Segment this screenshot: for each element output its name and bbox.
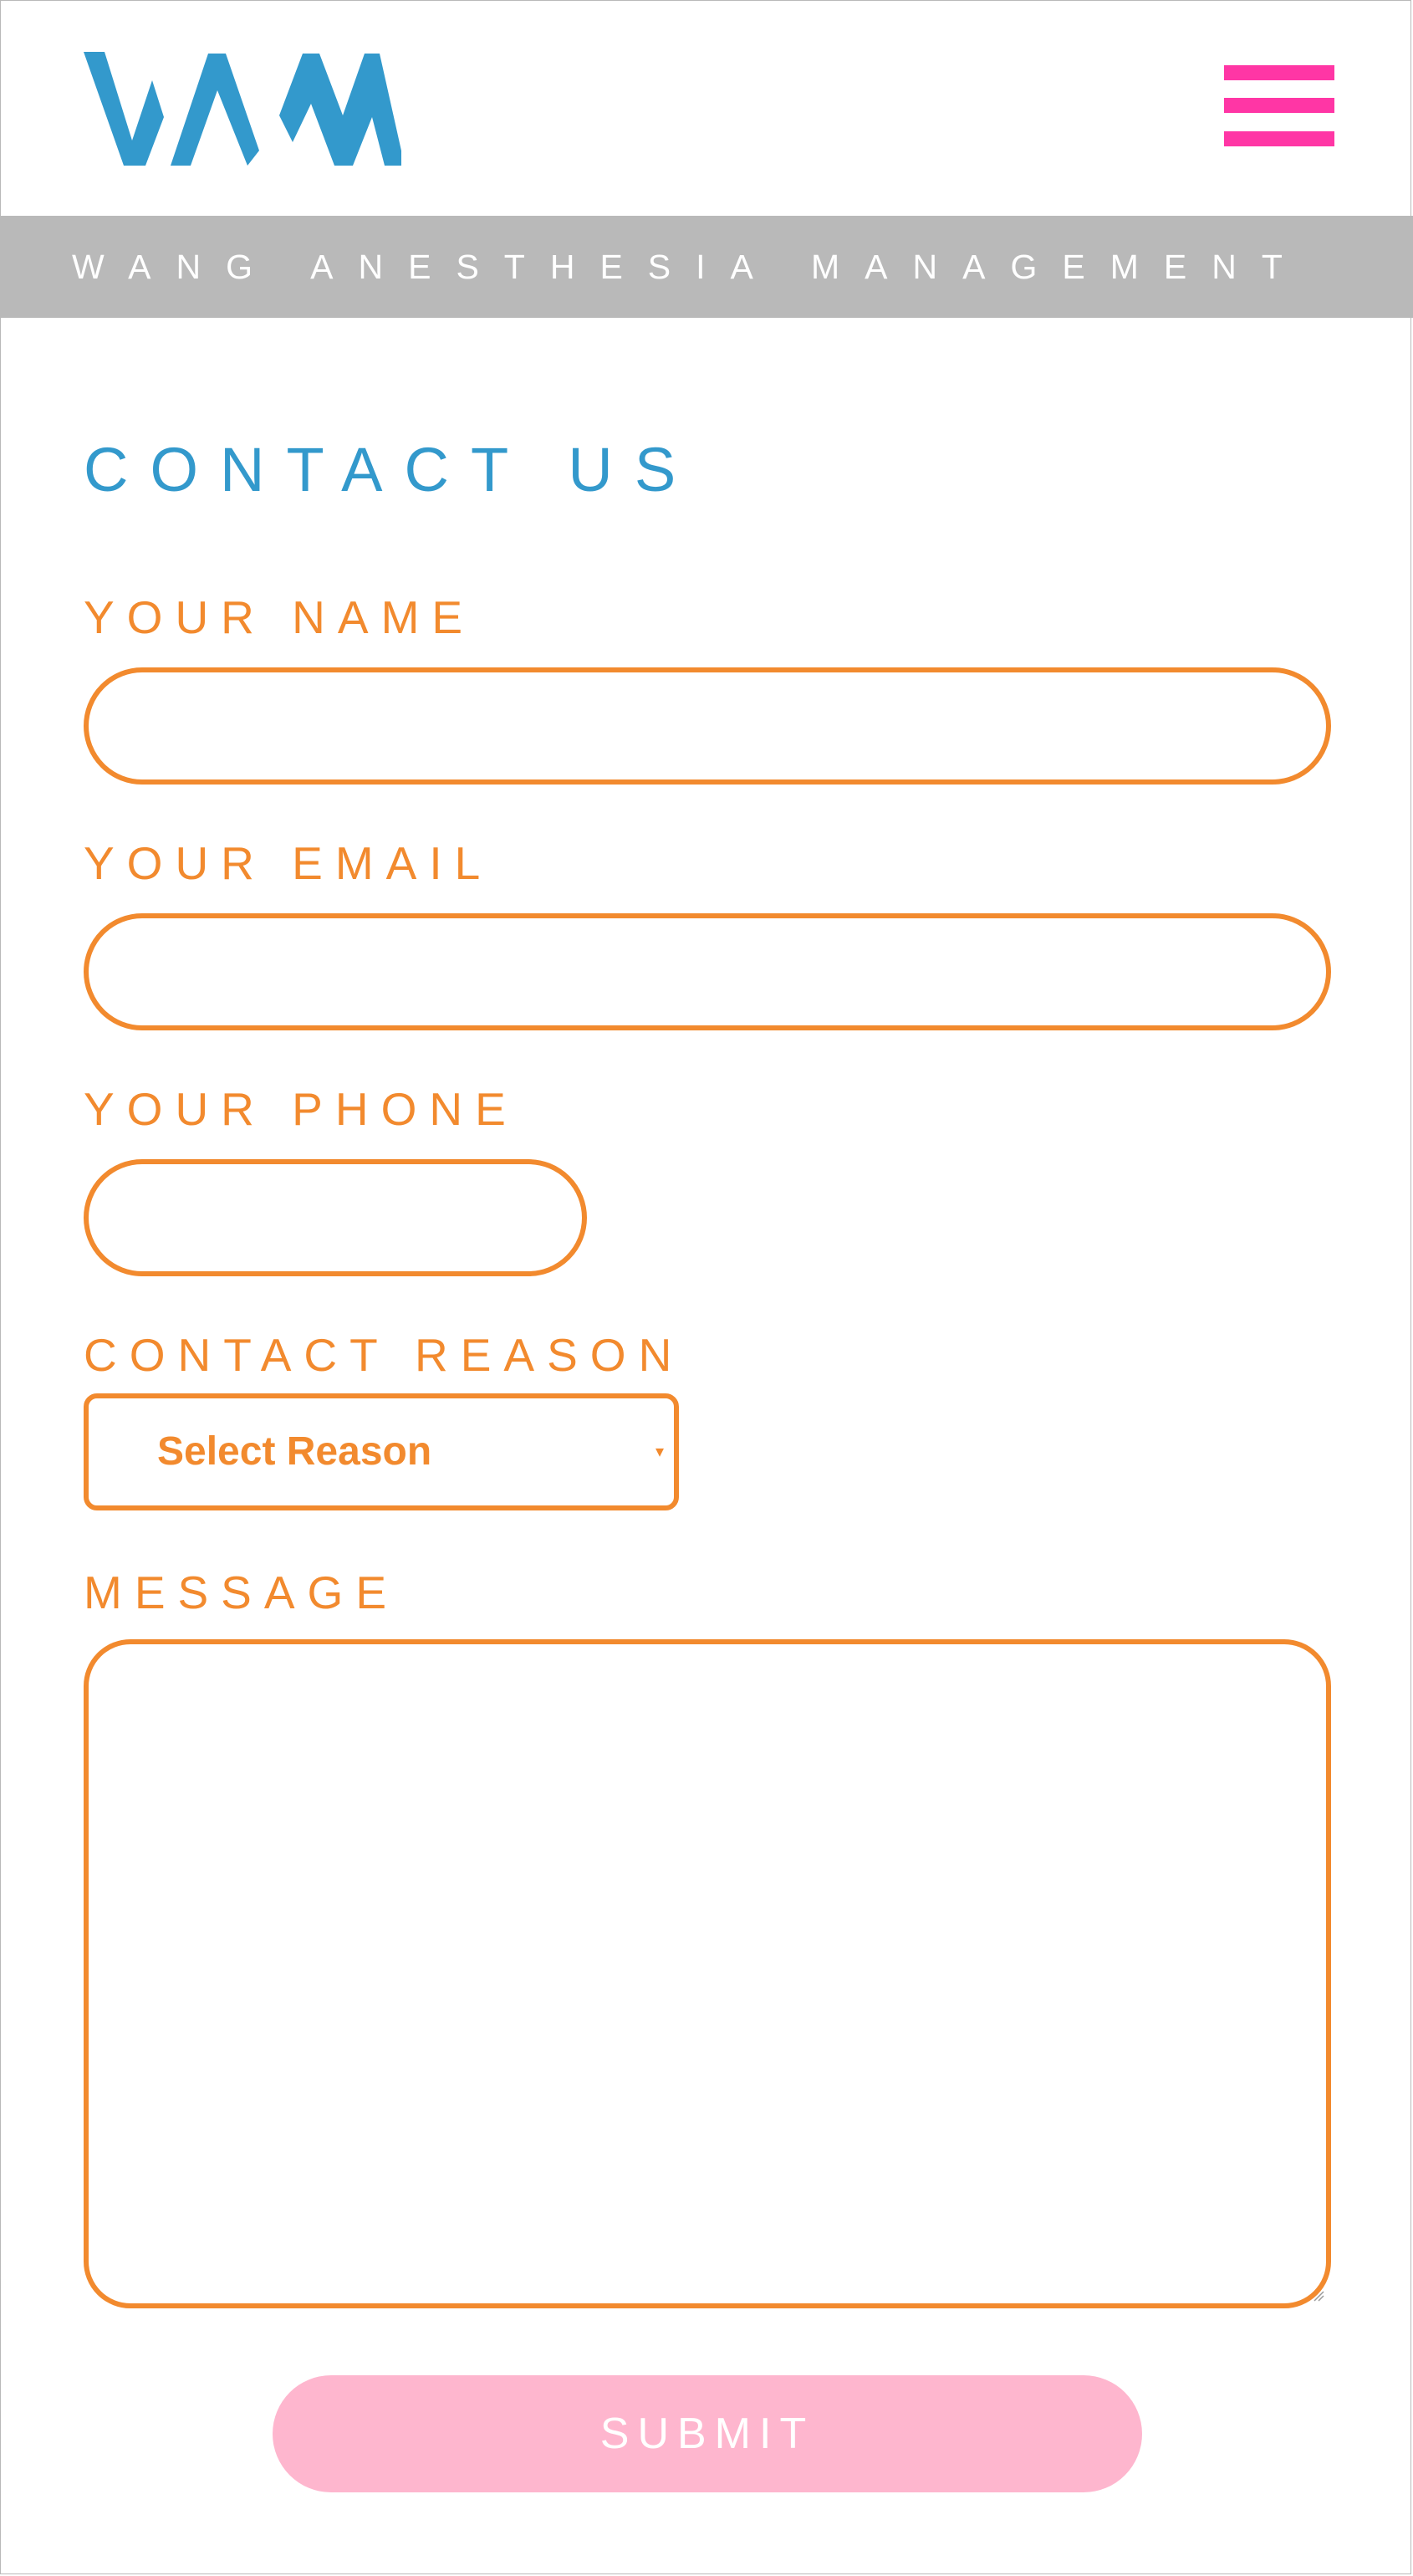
email-label: YOUR EMAIL — [84, 837, 493, 889]
phone-label: YOUR PHONE — [84, 1083, 518, 1135]
contact-reason-label: CONTACT REASON — [84, 1329, 685, 1381]
message-label: MESSAGE — [84, 1567, 400, 1618]
site-header — [0, 0, 1413, 216]
contact-reason-select[interactable]: Select Reason ▾ — [84, 1393, 679, 1510]
submit-button[interactable]: SUBMIT — [273, 2375, 1142, 2492]
phone-input[interactable] — [84, 1159, 587, 1276]
wam-logo[interactable] — [84, 50, 401, 167]
resize-grip-icon[interactable] — [1313, 2290, 1324, 2302]
email-input[interactable] — [84, 913, 1331, 1030]
hamburger-icon — [1224, 98, 1334, 113]
menu-button[interactable] — [1224, 64, 1334, 154]
page-title: CONTACT US — [84, 435, 698, 504]
name-label: YOUR NAME — [84, 591, 476, 643]
chevron-down-icon: ▾ — [655, 1443, 664, 1461]
message-textarea[interactable] — [84, 1639, 1331, 2308]
hamburger-icon — [1224, 131, 1334, 146]
contact-reason-selected: Select Reason — [157, 1429, 432, 1474]
name-input[interactable] — [84, 667, 1331, 785]
hamburger-icon — [1224, 65, 1334, 80]
wam-logo-mark — [84, 52, 401, 166]
tagline-banner: WANG ANESTHESIA MANAGEMENT — [0, 216, 1413, 318]
